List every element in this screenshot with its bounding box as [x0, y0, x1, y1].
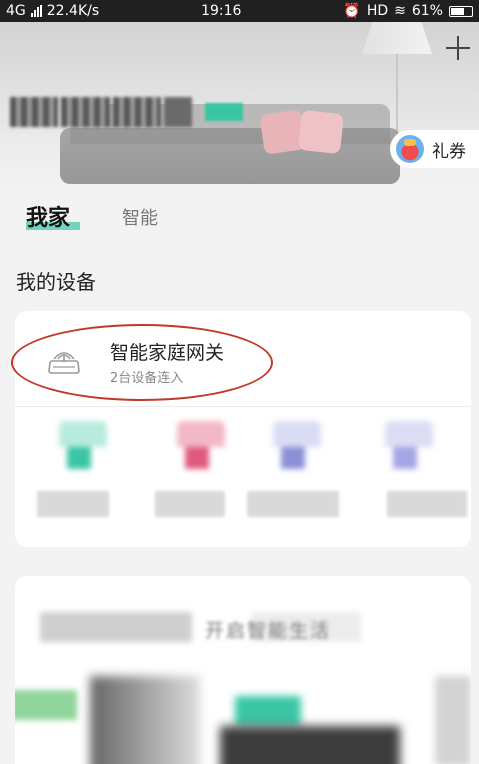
- wifi-icon: ≋: [394, 3, 406, 19]
- device-card: 智能家庭网关 2台设备连入: [11, 311, 471, 547]
- device-item[interactable]: [155, 421, 255, 531]
- device-label-blurred: [387, 491, 467, 517]
- tab-my-home[interactable]: 我家: [26, 200, 70, 232]
- annotation-ellipse: [11, 324, 273, 401]
- network-type: 4G: [6, 3, 26, 19]
- status-bar: 4G 22.4K/s 19:16 ⏰ HD ≋ 61%: [0, 0, 479, 22]
- gift-icon: [396, 135, 424, 163]
- coupon-button[interactable]: 礼券: [390, 130, 479, 168]
- promo-text: 开启智能生活: [205, 620, 332, 642]
- device-label-blurred: [37, 491, 109, 517]
- home-tabs: 我家 智能: [0, 196, 479, 240]
- hd-indicator: HD: [366, 3, 389, 19]
- lamp-illustration: [362, 22, 432, 54]
- device-thumb-purple: [273, 421, 321, 471]
- device-item[interactable]: [367, 421, 467, 531]
- promo-blur: [40, 612, 192, 642]
- alarm-icon: ⏰: [343, 3, 361, 19]
- status-time: 19:16: [201, 3, 242, 19]
- sofa-illustration: [60, 128, 400, 184]
- battery-level: 61%: [411, 3, 443, 19]
- promo-image-blurred: [435, 676, 471, 764]
- promo-image-blurred: [220, 726, 400, 764]
- device-item[interactable]: [37, 421, 137, 531]
- section-title-my-devices: 我的设备: [16, 270, 96, 294]
- signal-icon: [30, 5, 42, 17]
- gateway-row[interactable]: 智能家庭网关 2台设备连入: [11, 311, 471, 407]
- cushion-illustration: [298, 109, 344, 155]
- promo-image-blurred: [235, 696, 301, 726]
- add-icon[interactable]: [446, 36, 470, 60]
- device-thumb-blue: [385, 421, 433, 471]
- home-header: 4G 22.4K/s 19:16 ⏰ HD ≋ 61% 礼券: [0, 0, 479, 196]
- promo-card[interactable]: 开启智能生活: [15, 576, 471, 764]
- home-name-blurred[interactable]: [10, 97, 192, 127]
- battery-icon: [448, 5, 473, 17]
- device-thumb-pink: [177, 421, 225, 471]
- device-label-blurred: [155, 491, 225, 517]
- promo-image-blurred: [15, 690, 77, 720]
- promo-image-blurred: [90, 676, 200, 764]
- device-thumb-green: [59, 421, 107, 471]
- network-speed: 22.4K/s: [46, 3, 100, 19]
- device-label-blurred: [247, 491, 339, 517]
- tab-smart[interactable]: 智能: [122, 204, 158, 230]
- home-badge-blurred: [205, 103, 243, 121]
- device-item[interactable]: [247, 421, 347, 531]
- coupon-label: 礼券: [432, 141, 466, 162]
- device-grid: [15, 421, 471, 541]
